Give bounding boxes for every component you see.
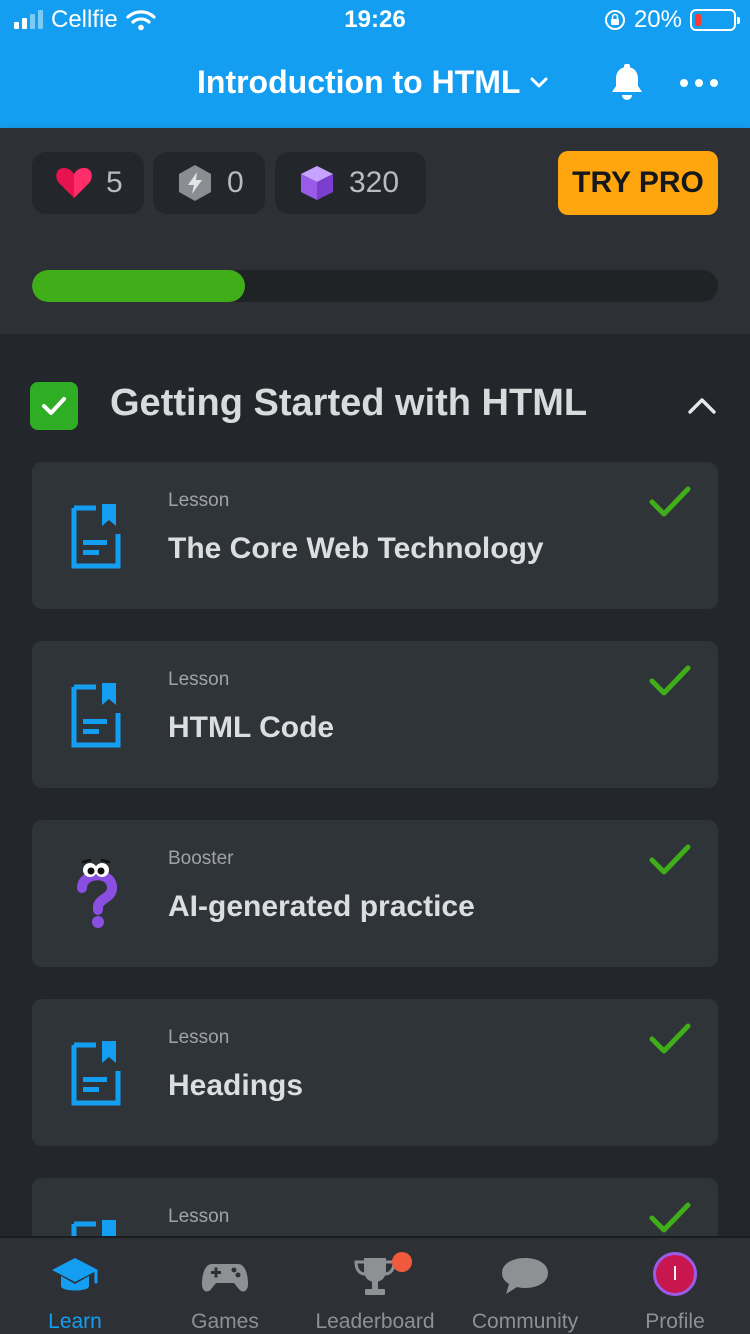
tab-label: Leaderboard (315, 1310, 435, 1333)
chevron-down-icon (530, 77, 548, 87)
avatar: I (653, 1252, 697, 1296)
tab-label: Games (191, 1310, 259, 1333)
section-header[interactable]: Getting Started with HTML (0, 360, 750, 454)
completed-check-icon (649, 665, 691, 696)
lesson-document-icon (71, 683, 121, 748)
stats-bar: 5 0 320 TRY PRO (0, 128, 750, 238)
tab-leaderboard[interactable]: Leaderboard (300, 1238, 450, 1334)
progress-track (32, 270, 718, 302)
question-mascot-icon (77, 858, 118, 928)
tab-games[interactable]: Games (150, 1238, 300, 1334)
chat-bubble-icon (502, 1258, 548, 1294)
lesson-type: Lesson (168, 1027, 230, 1048)
lesson-type: Booster (168, 848, 234, 869)
energy-bolt-icon (179, 165, 211, 201)
lesson-title: HTML Code (168, 711, 335, 744)
lesson-title: Headings (168, 1069, 304, 1102)
lesson-type: Lesson (168, 490, 230, 511)
notification-dot (392, 1252, 412, 1272)
status-bar: Cellfie 19:26 20% (0, 0, 750, 40)
heart-icon (56, 168, 92, 198)
lesson-card[interactable]: Lesson The Core Web Technology (32, 462, 718, 609)
section-complete-checkbox (30, 382, 78, 430)
hearts-counter[interactable]: 5 (32, 152, 144, 214)
lesson-title: AI-generated practice (168, 890, 475, 923)
gems-counter[interactable]: 320 (275, 152, 426, 214)
lesson-card[interactable]: Lesson Headings (32, 999, 718, 1146)
tab-label: Profile (645, 1310, 705, 1333)
hearts-count: 5 (106, 166, 123, 199)
graduation-cap-icon (52, 1258, 98, 1291)
section-title: Getting Started with HTML (110, 382, 588, 424)
energy-count: 0 (227, 166, 244, 199)
tab-label: Learn (48, 1310, 102, 1333)
more-icon[interactable] (676, 70, 722, 96)
gems-count: 320 (349, 166, 400, 199)
lesson-card[interactable]: Lesson HTML Code (32, 641, 718, 788)
course-title: Introduction to HTML (197, 64, 521, 100)
tab-label: Community (471, 1310, 579, 1333)
completed-check-icon (649, 1023, 691, 1054)
booster-card[interactable]: Booster AI-generated practice (32, 820, 718, 967)
tab-profile[interactable]: I Profile (600, 1238, 750, 1334)
nav-bar: Introduction to HTML (0, 40, 750, 128)
lesson-document-icon (71, 504, 121, 569)
lesson-document-icon (71, 1041, 121, 1106)
course-selector[interactable]: Introduction to HTML (197, 64, 548, 101)
tab-bar: Learn Games Leaderboard Community I Prof… (0, 1236, 750, 1334)
try-pro-button[interactable]: TRY PRO (558, 151, 718, 215)
battery-icon (690, 9, 740, 31)
lesson-type: Lesson (168, 1206, 230, 1227)
lesson-title: The Core Web Technology (168, 532, 544, 565)
completed-check-icon (649, 1202, 691, 1233)
battery-level (695, 14, 702, 26)
avatar-initial: I (672, 1262, 678, 1285)
chevron-up-icon[interactable] (686, 394, 718, 416)
bell-icon[interactable] (606, 62, 648, 104)
gem-cube-icon (301, 166, 333, 200)
gamepad-icon (202, 1264, 248, 1292)
completed-check-icon (649, 844, 691, 875)
tab-community[interactable]: Community (450, 1238, 600, 1334)
tab-learn[interactable]: Learn (0, 1238, 150, 1334)
course-progress (0, 238, 750, 334)
battery-percent: 20% (633, 6, 682, 33)
checkmark-icon (42, 397, 66, 415)
energy-counter[interactable]: 0 (153, 152, 265, 214)
lesson-type: Lesson (168, 669, 230, 690)
rotation-lock-icon (604, 10, 625, 30)
completed-check-icon (649, 486, 691, 517)
progress-fill (32, 270, 245, 302)
